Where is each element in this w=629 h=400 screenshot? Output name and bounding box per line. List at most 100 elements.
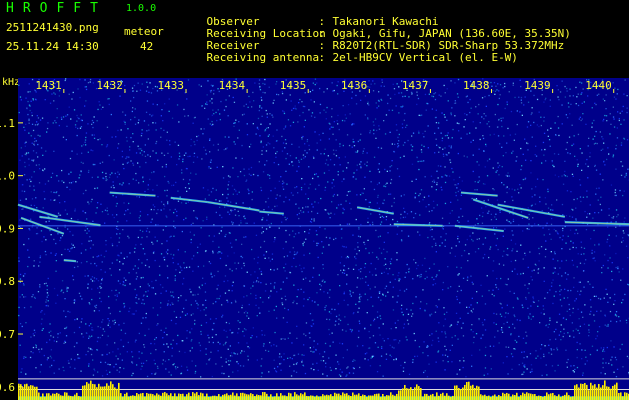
noise-dot	[108, 307, 110, 309]
noise-dot	[262, 91, 264, 94]
noise-dot	[556, 347, 558, 349]
noise-dot	[523, 104, 525, 106]
noise-dot	[355, 103, 358, 105]
noise-dot	[454, 82, 456, 84]
signal-bar	[438, 395, 440, 400]
noise-dot	[180, 295, 182, 297]
noise-dot	[555, 291, 557, 293]
noise-dot	[91, 119, 94, 122]
noise-dot	[438, 322, 440, 324]
noise-dot	[524, 138, 526, 140]
noise-dot	[183, 108, 185, 111]
noise-dot	[247, 346, 249, 348]
noise-dot	[21, 294, 23, 296]
noise-dot	[110, 186, 112, 188]
noise-dot	[285, 241, 287, 243]
noise-dot	[528, 292, 530, 294]
noise-dot	[481, 97, 484, 99]
noise-dot	[50, 349, 52, 351]
noise-dot	[143, 303, 145, 305]
noise-dot	[573, 371, 575, 373]
noise-dot	[589, 213, 591, 215]
noise-dot	[57, 336, 59, 339]
noise-dot	[270, 222, 272, 225]
noise-dot	[312, 267, 315, 269]
noise-dot	[308, 109, 310, 111]
noise-dot	[66, 213, 68, 215]
noise-dot	[582, 196, 585, 198]
noise-dot	[35, 233, 38, 235]
signal-bar	[234, 395, 236, 400]
noise-dot	[67, 287, 69, 289]
noise-dot	[420, 273, 422, 276]
noise-dot	[125, 157, 127, 160]
noise-dot	[553, 165, 555, 168]
noise-dot	[190, 238, 192, 241]
noise-dot	[402, 95, 404, 98]
noise-dot	[63, 369, 65, 372]
noise-dot	[152, 243, 154, 245]
noise-dot	[428, 195, 430, 197]
noise-dot	[247, 188, 249, 190]
noise-dot	[211, 276, 213, 278]
noise-dot	[381, 79, 383, 81]
noise-dot	[424, 257, 426, 260]
noise-dot	[193, 234, 195, 236]
noise-dot	[267, 127, 269, 129]
noise-dot	[181, 169, 183, 171]
noise-dot	[316, 244, 318, 247]
noise-dot	[100, 203, 102, 205]
noise-dot	[428, 210, 430, 213]
noise-dot	[407, 323, 410, 325]
noise-dot	[524, 178, 526, 180]
noise-dot	[456, 296, 458, 298]
signal-bar	[122, 396, 124, 400]
noise-dot	[454, 184, 456, 186]
noise-dot	[73, 302, 75, 304]
noise-dot	[506, 191, 508, 194]
noise-dot	[545, 240, 547, 242]
noise-dot	[575, 229, 577, 231]
noise-dot	[391, 205, 393, 207]
noise-dot	[167, 249, 169, 251]
noise-dot	[218, 297, 220, 300]
signal-bar	[550, 393, 552, 400]
noise-dot	[378, 125, 380, 127]
noise-dot	[439, 245, 441, 247]
noise-dot	[341, 119, 344, 122]
noise-dot	[361, 192, 363, 194]
noise-dot	[570, 289, 572, 292]
noise-dot	[367, 299, 369, 301]
noise-dot	[252, 285, 254, 287]
noise-dot	[87, 82, 90, 84]
noise-dot	[68, 250, 71, 252]
noise-dot	[190, 138, 192, 141]
noise-dot	[511, 196, 513, 198]
noise-dot	[34, 137, 36, 140]
noise-dot	[356, 345, 359, 347]
noise-dot	[250, 293, 252, 295]
noise-dot	[612, 82, 614, 84]
noise-dot	[398, 140, 400, 142]
noise-dot	[143, 346, 146, 348]
noise-dot	[40, 311, 42, 313]
noise-dot	[131, 87, 134, 89]
noise-dot	[385, 285, 388, 287]
noise-dot	[558, 134, 560, 137]
noise-dot	[624, 293, 626, 296]
noise-dot	[594, 212, 596, 214]
noise-dot	[566, 141, 568, 144]
noise-dot	[472, 232, 474, 234]
noise-dot	[217, 143, 219, 145]
noise-dot	[218, 232, 220, 235]
noise-dot	[567, 235, 569, 237]
noise-dot	[414, 339, 416, 342]
noise-dot	[105, 369, 108, 372]
noise-dot	[291, 143, 293, 145]
signal-bar	[312, 395, 314, 400]
noise-dot	[210, 91, 212, 93]
noise-dot	[608, 214, 610, 216]
noise-dot	[329, 289, 331, 291]
noise-dot	[520, 168, 522, 171]
noise-dot	[225, 341, 227, 344]
